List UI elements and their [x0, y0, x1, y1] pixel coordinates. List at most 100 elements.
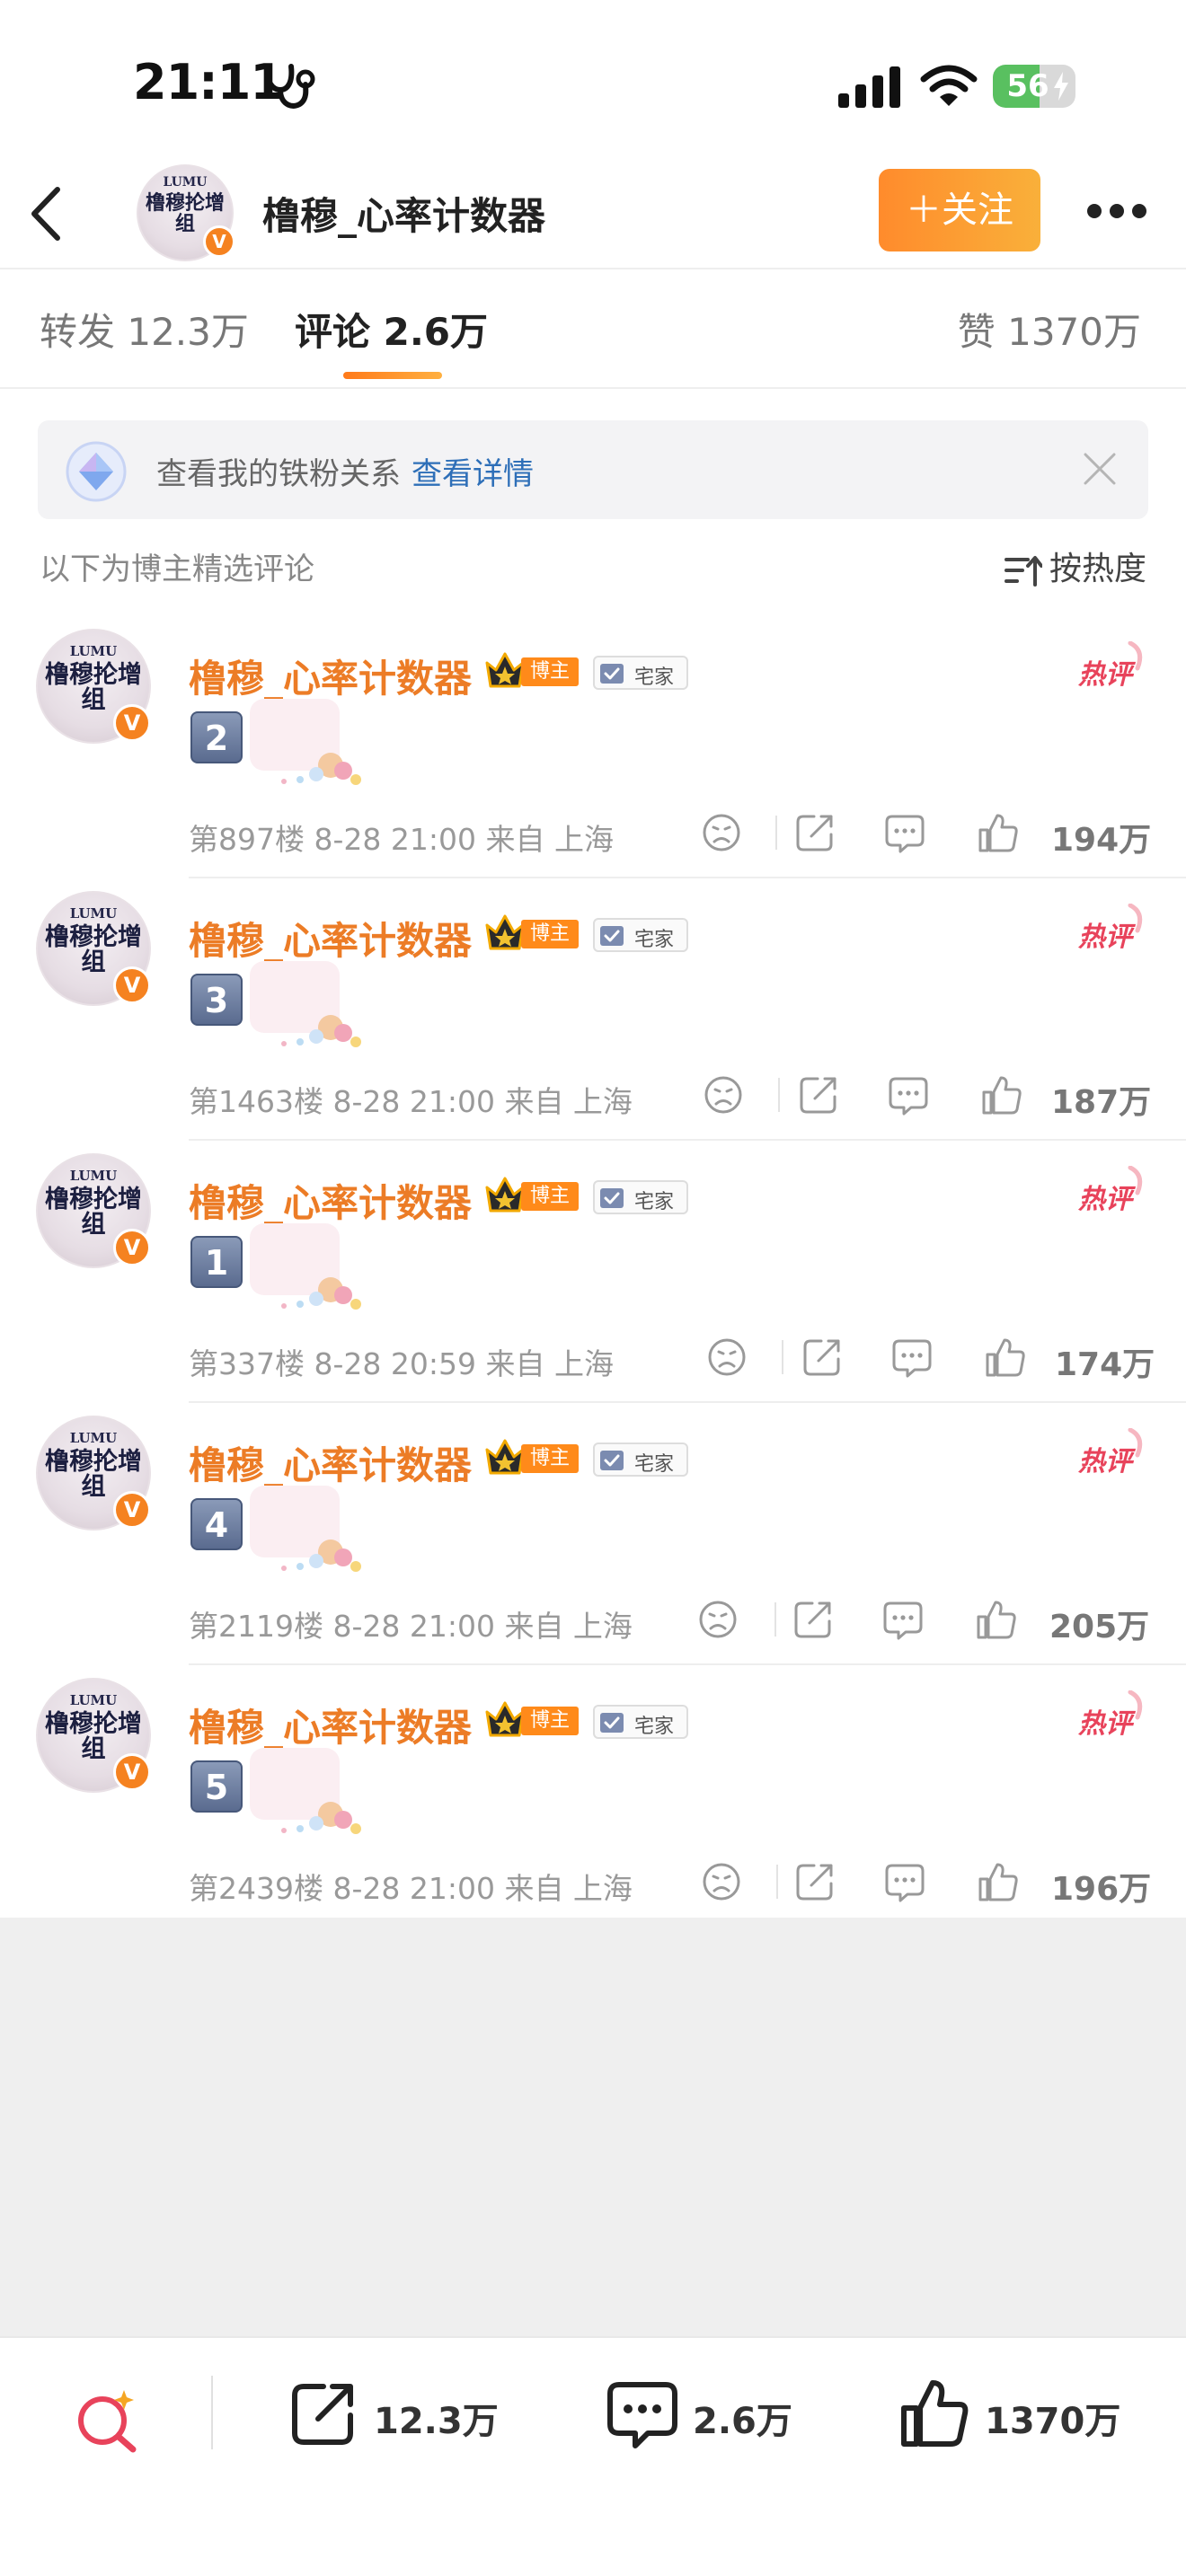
share-icon[interactable]	[794, 1861, 836, 1902]
crown-icon	[485, 1177, 525, 1213]
check-calendar-icon	[600, 664, 624, 684]
empty-area	[0, 1918, 1186, 2336]
comment-item[interactable]: LUMU 橹穆抡增组 V 橹穆_心率计数器 博主 宅家 热评 1 第337楼 8…	[0, 1141, 1186, 1403]
fan-banner-text: 查看我的铁粉关系 查看详情	[156, 449, 534, 493]
dislike-icon[interactable]	[701, 1861, 742, 1902]
commenter-name[interactable]: 橹穆_心率计数器	[189, 648, 472, 703]
blogger-tag: 博主	[521, 1444, 579, 1473]
hot-comment-badge: 热评	[1075, 641, 1146, 692]
status-bar: 21:11 56	[0, 0, 1186, 157]
comment-item[interactable]: LUMU 橹穆抡增组 V 橹穆_心率计数器 博主 宅家 热评 2 第897楼 8…	[0, 616, 1186, 878]
commenter-name[interactable]: 橹穆_心率计数器	[189, 1435, 472, 1490]
sort-button[interactable]: 按热度	[1004, 543, 1146, 589]
reply-icon[interactable]	[884, 812, 925, 853]
share-icon[interactable]	[798, 1074, 839, 1116]
tab-like[interactable]: 赞 1370万	[958, 302, 1141, 357]
crown-icon	[485, 1701, 525, 1737]
page-title[interactable]: 橹穆_心率计数器	[262, 186, 545, 241]
reply-icon[interactable]	[882, 1599, 924, 1640]
active-tab-indicator	[343, 372, 442, 379]
avatar-logo-text: LUMU	[69, 643, 118, 659]
commenter-name[interactable]: 橹穆_心率计数器	[189, 1173, 472, 1228]
share-icon[interactable]	[792, 1599, 834, 1640]
follow-button[interactable]: ＋关注	[879, 169, 1040, 251]
hot-comment-badge: 热评	[1075, 1690, 1146, 1741]
reply-icon[interactable]	[888, 1074, 929, 1116]
commenter-avatar[interactable]: LUMU 橹穆抡增组 V	[36, 1416, 151, 1531]
thumbs-up-icon[interactable]	[981, 1074, 1022, 1116]
avatar-logo-text: LUMU	[69, 905, 118, 922]
thumbs-up-icon[interactable]	[976, 1599, 1017, 1640]
close-icon[interactable]	[1080, 449, 1120, 489]
comment-button[interactable]: 2.6万	[606, 2378, 813, 2458]
share-icon[interactable]	[801, 1337, 843, 1378]
commenter-name[interactable]: 橹穆_心率计数器	[189, 911, 472, 966]
thumbs-up-icon[interactable]	[978, 812, 1019, 853]
commenter-avatar[interactable]: LUMU 橹穆抡增组 V	[36, 891, 151, 1006]
number-emoji: 1	[190, 1236, 243, 1288]
thumbs-up-icon[interactable]	[978, 1861, 1019, 1902]
check-calendar-icon	[600, 1451, 624, 1470]
fan-relationship-banner[interactable]: 查看我的铁粉关系 查看详情	[38, 420, 1148, 519]
dislike-icon[interactable]	[701, 812, 742, 853]
thumbs-up-icon[interactable]	[985, 1337, 1026, 1378]
tab-repost[interactable]: 转发 12.3万	[40, 302, 249, 357]
chevron-left-icon[interactable]	[25, 182, 70, 245]
verified-v-icon: V	[203, 225, 235, 258]
commenter-name[interactable]: 橹穆_心率计数器	[189, 1698, 472, 1752]
blogger-tag: 博主	[521, 920, 579, 948]
commenter-avatar[interactable]: LUMU 橹穆抡增组 V	[36, 629, 151, 744]
repost-button[interactable]: 12.3万	[288, 2378, 499, 2458]
avatar-logo-text: LUMU	[69, 1692, 118, 1708]
comment-item[interactable]: LUMU 橹穆抡增组 V 橹穆_心率计数器 博主 宅家 热评 4 第2119楼 …	[0, 1403, 1186, 1665]
sort-icon	[1004, 556, 1042, 587]
like-count: 194万	[1051, 822, 1152, 859]
crown-icon	[485, 1439, 525, 1475]
fan-banner-label: 查看我的铁粉关系	[156, 456, 401, 492]
avatar-logo-text: LUMU	[69, 1430, 118, 1446]
bottom-action-bar: 12.3万 2.6万 1370万	[0, 2336, 1186, 2576]
status-badge: 宅家	[593, 1705, 688, 1739]
status-label: 宅家	[634, 1191, 675, 1213]
commenter-avatar[interactable]: LUMU 橹穆抡增组 V	[36, 1153, 151, 1268]
commenter-avatar[interactable]: LUMU 橹穆抡增组 V	[36, 1678, 151, 1793]
hot-comment-badge: 热评	[1075, 1166, 1146, 1216]
status-label: 宅家	[634, 929, 675, 951]
comment-item[interactable]: LUMU 橹穆抡增组 V 橹穆_心率计数器 博主 宅家 热评 5 第2439楼 …	[0, 1665, 1186, 1928]
sticker-image	[250, 1748, 361, 1834]
number-emoji: 2	[190, 711, 243, 763]
reply-icon[interactable]	[891, 1337, 933, 1378]
reply-icon[interactable]	[884, 1861, 925, 1902]
fan-banner-link[interactable]: 查看详情	[412, 456, 534, 492]
check-calendar-icon	[600, 926, 624, 946]
status-badge: 宅家	[593, 656, 688, 690]
like-button[interactable]: 1370万	[898, 2378, 1150, 2458]
check-calendar-icon	[600, 1188, 624, 1208]
like-count: 196万	[1051, 1871, 1152, 1908]
status-label: 宅家	[634, 1453, 675, 1476]
verified-v-icon: V	[113, 966, 151, 1004]
number-emoji: 5	[190, 1760, 243, 1813]
hot-comment-badge: 热评	[1075, 904, 1146, 954]
comment-meta: 第2439楼 8-28 21:00 来自 上海	[189, 1871, 633, 1906]
wifi-icon	[920, 65, 978, 106]
check-calendar-icon	[600, 1713, 624, 1733]
status-label: 宅家	[634, 1716, 675, 1738]
bottom-divider	[211, 2376, 213, 2449]
dislike-icon[interactable]	[697, 1599, 739, 1640]
tab-comment[interactable]: 评论 2.6万	[295, 302, 488, 357]
number-emoji: 4	[190, 1498, 243, 1550]
profile-avatar[interactable]: LUMU 橹穆抡增组 V	[137, 164, 235, 261]
battery-icon: 56	[993, 65, 1075, 108]
dislike-icon[interactable]	[703, 1074, 744, 1116]
avatar-logo-text: LUMU	[69, 1168, 118, 1184]
action-divider	[776, 1865, 778, 1899]
ai-search-icon[interactable]	[72, 2383, 144, 2455]
share-icon[interactable]	[794, 812, 836, 853]
dislike-icon[interactable]	[706, 1337, 748, 1378]
comment-item[interactable]: LUMU 橹穆抡增组 V 橹穆_心率计数器 博主 宅家 热评 3 第1463楼 …	[0, 878, 1186, 1141]
ellipsis-icon[interactable]	[1087, 204, 1146, 222]
blogger-tag: 博主	[521, 1182, 579, 1211]
hot-label: 热评	[1078, 1184, 1132, 1215]
content-tabs: 转发 12.3万 评论 2.6万 赞 1370万	[0, 269, 1186, 389]
